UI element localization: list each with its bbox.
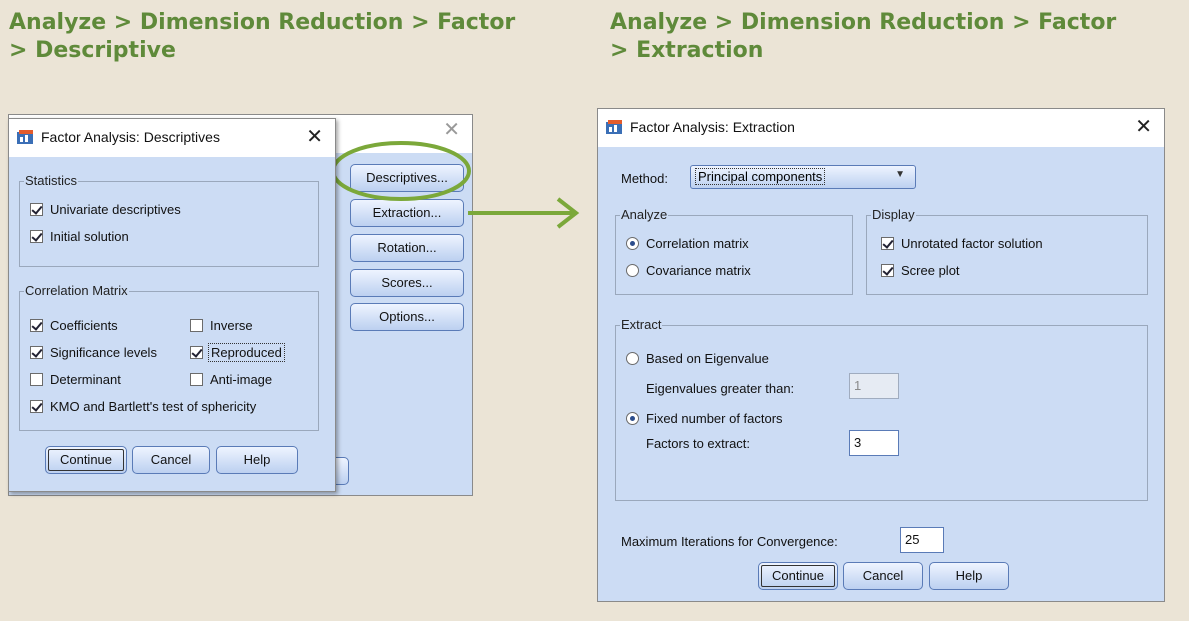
analyze-group-title: Analyze (620, 207, 669, 222)
extraction-close-icon[interactable]: ✕ (1135, 116, 1152, 138)
unrotated-checkbox[interactable] (881, 237, 894, 250)
reproduced-checkbox[interactable] (190, 346, 203, 359)
extraction-titlebar: Factor Analysis: Extraction ✕ (598, 109, 1164, 147)
descriptives-dialog: Factor Analysis: Descriptives ✕ Statisti… (8, 118, 336, 492)
display-group-title: Display (871, 207, 916, 222)
based-eigenvalue-radio[interactable] (626, 352, 639, 365)
correlation-matrix-label: Correlation matrix (646, 236, 749, 251)
extraction-button[interactable]: Extraction... (350, 199, 464, 227)
initial-solution-label: Initial solution (50, 229, 129, 244)
correlation-matrix-radio[interactable] (626, 237, 639, 250)
method-dropdown[interactable]: Principal components ▼ (690, 165, 916, 189)
eigenvalues-greater-label: Eigenvalues greater than: (646, 381, 795, 396)
scree-plot-checkbox[interactable] (881, 264, 894, 277)
reproduced-label: Reproduced (208, 343, 285, 362)
unrotated-label: Unrotated factor solution (901, 236, 1043, 251)
determinant-checkbox[interactable] (30, 373, 43, 386)
anti-image-checkbox[interactable] (190, 373, 203, 386)
right-heading-line1: Analyze > Dimension Reduction > Factor (610, 10, 1117, 35)
scores-button[interactable]: Scores... (350, 269, 464, 297)
right-heading-line2: > Extraction (610, 38, 764, 63)
inverse-checkbox[interactable] (190, 319, 203, 332)
correlation-matrix-group: Correlation Matrix Coefficients Inverse … (19, 283, 319, 431)
extract-group: Extract Based on Eigenvalue Eigenvalues … (615, 317, 1148, 501)
descriptives-continue-button[interactable]: Continue (45, 446, 127, 474)
left-heading-line2: > Descriptive (9, 38, 176, 63)
covariance-matrix-radio[interactable] (626, 264, 639, 277)
extraction-dialog: Factor Analysis: Extraction ✕ Method: Pr… (597, 108, 1165, 602)
rotation-button[interactable]: Rotation... (350, 234, 464, 262)
significance-label: Significance levels (50, 345, 157, 360)
scree-plot-label: Scree plot (901, 263, 960, 278)
max-iterations-label: Maximum Iterations for Convergence: (621, 534, 838, 549)
factors-extract-label: Factors to extract: (646, 436, 751, 451)
right-heading: Analyze > Dimension Reduction > Factor >… (610, 9, 1180, 65)
initial-solution-checkbox[interactable] (30, 230, 43, 243)
spss-app-icon (17, 130, 33, 144)
significance-checkbox[interactable] (30, 346, 43, 359)
statistics-group-title: Statistics (24, 173, 79, 188)
coefficients-checkbox[interactable] (30, 319, 43, 332)
correlation-group-title: Correlation Matrix (24, 283, 129, 298)
display-group: Display Unrotated factor solution Scree … (866, 207, 1148, 295)
options-button[interactable]: Options... (350, 303, 464, 331)
determinant-label: Determinant (50, 372, 121, 387)
covariance-matrix-label: Covariance matrix (646, 263, 751, 278)
extraction-help-button[interactable]: Help (929, 562, 1009, 590)
based-eigenvalue-label: Based on Eigenvalue (646, 351, 769, 366)
univariate-label: Univariate descriptives (50, 202, 181, 217)
main-window-close-icon[interactable]: ✕ (443, 119, 460, 141)
extraction-cancel-button[interactable]: Cancel (843, 562, 923, 590)
spss-app-icon (606, 120, 622, 134)
eigenvalue-input[interactable]: 1 (849, 373, 899, 399)
descriptives-help-button[interactable]: Help (216, 446, 298, 474)
extract-group-title: Extract (620, 317, 663, 332)
anti-image-label: Anti-image (210, 372, 273, 387)
descriptives-close-icon[interactable]: ✕ (306, 126, 323, 148)
descriptives-cancel-button[interactable]: Cancel (132, 446, 210, 474)
factors-extract-input[interactable]: 3 (849, 430, 899, 456)
coefficients-label: Coefficients (50, 318, 118, 333)
statistics-group: Statistics Univariate descriptives Initi… (19, 173, 319, 267)
kmo-label: KMO and Bartlett's test of sphericity (50, 399, 257, 414)
analyze-group: Analyze Correlation matrix Covariance ma… (615, 207, 853, 295)
left-heading: Analyze > Dimension Reduction > Factor >… (9, 9, 569, 65)
extraction-continue-button[interactable]: Continue (758, 562, 838, 590)
green-arrow (468, 197, 580, 229)
descriptives-title: Factor Analysis: Descriptives (41, 129, 220, 145)
inverse-label: Inverse (210, 318, 253, 333)
descriptives-titlebar: Factor Analysis: Descriptives ✕ (9, 119, 335, 157)
fixed-number-label: Fixed number of factors (646, 411, 783, 426)
left-heading-line1: Analyze > Dimension Reduction > Factor (9, 10, 516, 35)
max-iterations-input[interactable]: 25 (900, 527, 944, 553)
highlight-ellipse (331, 141, 471, 201)
method-value: Principal components (695, 168, 826, 185)
kmo-checkbox[interactable] (30, 400, 43, 413)
extraction-title: Factor Analysis: Extraction (630, 119, 795, 135)
chevron-down-icon: ▼ (895, 169, 905, 180)
method-label: Method: (621, 171, 668, 186)
fixed-number-radio[interactable] (626, 412, 639, 425)
univariate-checkbox[interactable] (30, 203, 43, 216)
